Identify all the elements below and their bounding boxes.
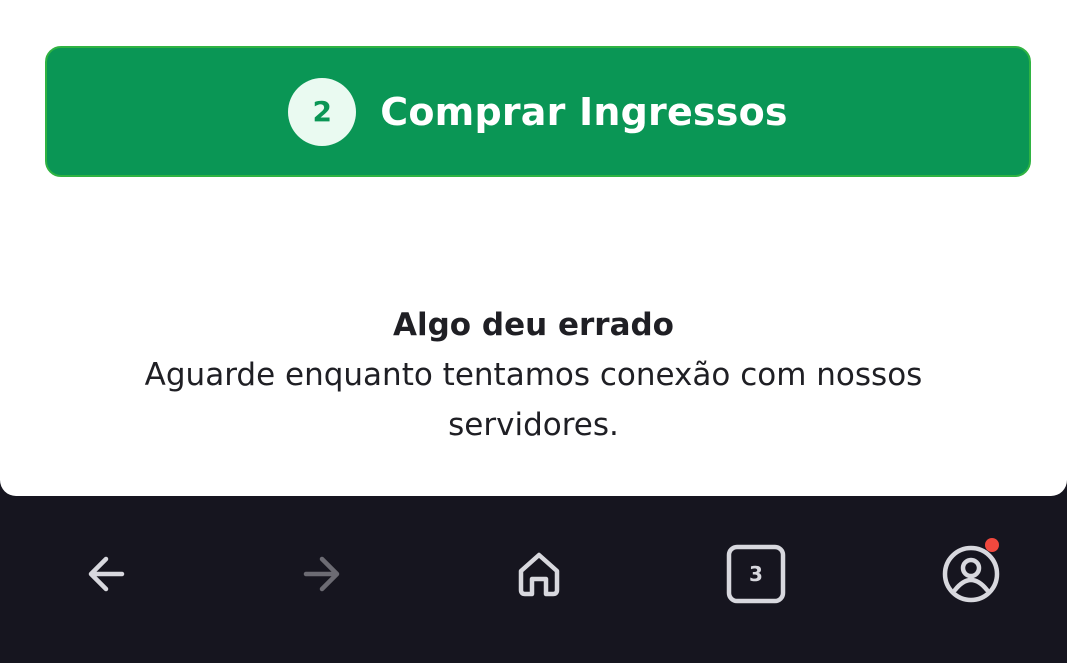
arrow-left-icon [78,546,134,602]
notification-dot [985,538,999,552]
tabs-button[interactable]: 3 [720,538,792,610]
arrow-right-icon [294,546,350,602]
forward-button[interactable] [286,538,358,610]
error-description: Aguarde enquanto tentamos conexão com no… [144,357,923,443]
buy-tickets-label: Comprar Ingressos [380,89,788,134]
error-title: Algo deu errado [393,307,674,343]
step-number-badge: 2 [288,77,357,146]
back-button[interactable] [70,538,142,610]
content-panel: 2 Comprar Ingressos Algo deu errado Agua… [0,0,1067,496]
browser-bottom-navigation: 3 [0,496,1067,663]
home-button[interactable] [503,538,575,610]
profile-button[interactable] [935,538,1007,610]
home-icon [511,546,567,602]
error-message-block: Algo deu errado Aguarde enquanto tentamo… [0,300,1067,450]
buy-tickets-button[interactable]: 2 Comprar Ingressos [45,46,1031,177]
tab-count: 3 [749,562,763,586]
